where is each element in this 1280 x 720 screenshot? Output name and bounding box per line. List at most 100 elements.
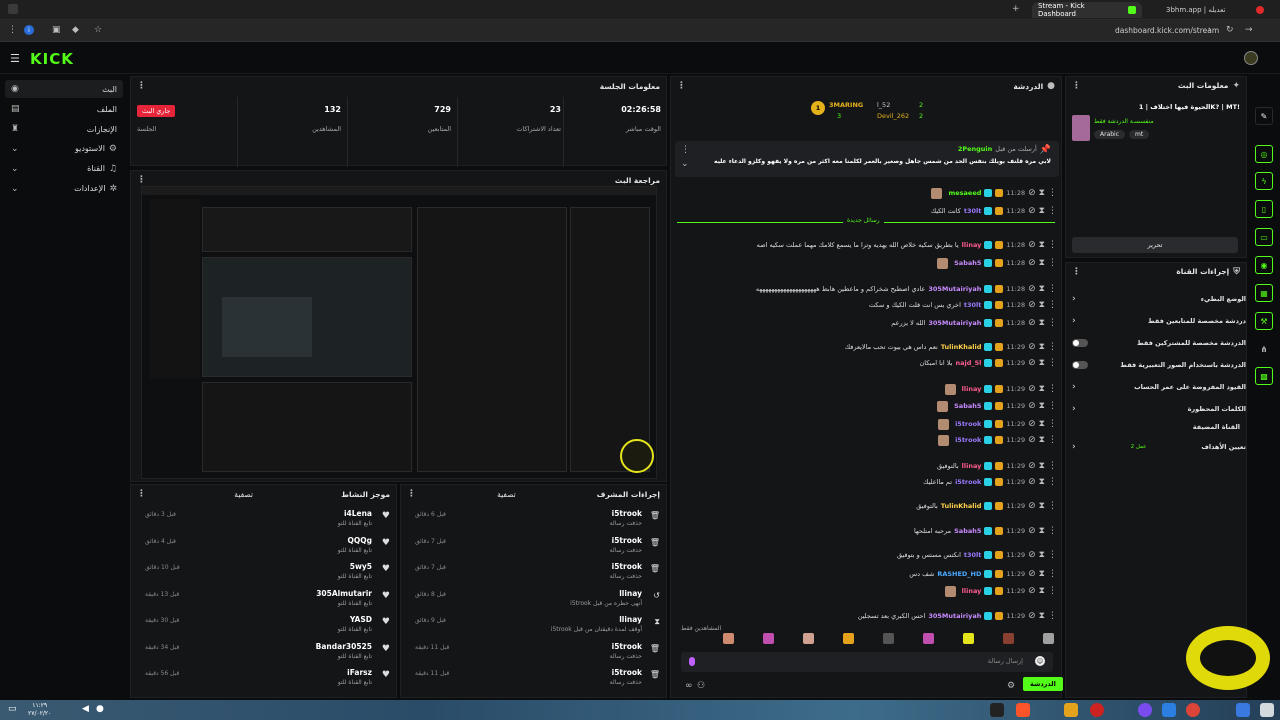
chat-message[interactable]: ⋮ ⧗ ⊘ 11:28 t30lt كانت الكيك xyxy=(677,205,1057,217)
activity-user[interactable]: QQQg xyxy=(348,536,373,545)
gear-icon[interactable]: ⚙ xyxy=(1007,681,1015,691)
filter-button[interactable]: تصفية xyxy=(234,490,253,499)
chat-username[interactable]: RASHED_HD xyxy=(937,570,981,578)
timeout-icon[interactable]: ⊘ xyxy=(1028,501,1036,511)
hourglass-icon[interactable]: ⧗ xyxy=(1039,401,1045,411)
list-item[interactable]: ↺ llinay i5trook أنهى حظره من قبل قبل 8 دقا… xyxy=(407,587,662,613)
brave-icon[interactable] xyxy=(1016,703,1030,717)
chat-bubble-icon[interactable]: ▭ xyxy=(1255,228,1273,246)
sidebar-item-stream[interactable]: ◉ البث xyxy=(5,80,123,98)
viewer-avatar[interactable] xyxy=(763,633,774,644)
more-icon[interactable]: ⋮ xyxy=(1048,240,1057,250)
timeout-icon[interactable]: ⊘ xyxy=(1028,318,1036,328)
timeout-icon[interactable]: ⊘ xyxy=(1028,188,1036,198)
timeout-icon[interactable]: ⊘ xyxy=(1028,258,1036,268)
channel-action-row[interactable]: الدردشة باستخدام الصور التعبيرية فقط xyxy=(1072,355,1246,375)
more-icon[interactable]: ⋮ xyxy=(677,81,686,91)
list-item[interactable]: ⧗ llinay i5trook أوقف لمدة دقيقتان من قبل ق… xyxy=(407,613,662,639)
hourglass-icon[interactable]: ⧗ xyxy=(1039,419,1045,429)
list-item[interactable]: ♥ Bandar30525 تابع القناة للتو قبل 34 دقيقة xyxy=(137,640,392,666)
chat-message[interactable]: ⋮ ⧗ ⊘ 11:29 llinay بالتوفيق xyxy=(677,460,1057,472)
hourglass-icon[interactable]: ⧗ xyxy=(1039,526,1045,536)
timeout-icon[interactable]: ⊘ xyxy=(1028,206,1036,216)
timeout-icon[interactable]: ⊘ xyxy=(1028,526,1036,536)
chevron-right-icon[interactable]: › xyxy=(1208,25,1212,35)
chat-message[interactable]: ⋮ ⧗ ⊘ 11:29 llinay xyxy=(677,383,1057,395)
chevron-down-icon[interactable]: ⌄ xyxy=(681,159,689,169)
more-icon[interactable]: ⋮ xyxy=(1048,477,1057,487)
timeout-icon[interactable]: ⊘ xyxy=(1028,300,1036,310)
more-icon[interactable]: ⋮ xyxy=(1048,611,1057,621)
more-icon[interactable]: ⋮ xyxy=(1048,358,1057,368)
mod-target[interactable]: i5trook xyxy=(612,509,642,518)
reload-icon[interactable]: ↻ xyxy=(1226,25,1234,35)
timeout-icon[interactable]: ⊘ xyxy=(1028,435,1036,445)
hourglass-icon[interactable]: ⧗ xyxy=(1039,206,1045,216)
list-item[interactable]: 🗑 i5trook حذفت رسالة قبل 7 دقائق xyxy=(407,534,662,560)
chat-username[interactable]: t30lt xyxy=(964,207,982,215)
list-item[interactable]: ♥ YASD تابع القناة للتو قبل 30 دقيقة xyxy=(137,613,392,639)
viewer-avatar[interactable] xyxy=(1003,633,1014,644)
chat-username[interactable]: Sabah5 xyxy=(954,527,981,535)
chat-username[interactable]: mesaeed xyxy=(948,189,981,197)
viewer-avatar[interactable] xyxy=(803,633,814,644)
chat-username[interactable]: TulinKhalid xyxy=(941,502,982,510)
viewer-avatar[interactable] xyxy=(1043,633,1054,644)
edit-stream-button[interactable]: تحرير xyxy=(1072,237,1238,253)
wrench-icon[interactable]: ⚒ xyxy=(1255,312,1273,330)
chat-message[interactable]: ⋮ ⧗ ⊘ 11:29 TulinKhalid بالتوفيق xyxy=(677,500,1057,512)
more-icon[interactable]: ⋮ xyxy=(407,489,416,499)
mod-target[interactable]: llinay xyxy=(619,589,642,598)
app-icon[interactable] xyxy=(990,703,1004,717)
timeout-icon[interactable]: ⊘ xyxy=(1028,550,1036,560)
chat-username[interactable]: i5trook xyxy=(955,478,981,486)
chat-message[interactable]: ⋮ ⧗ ⊘ 11:29 RASHED_HD شف دس xyxy=(677,568,1057,580)
hourglass-icon[interactable]: ⧗ xyxy=(1039,384,1045,394)
emote-icon[interactable] xyxy=(689,657,695,666)
timeout-icon[interactable]: ⊘ xyxy=(1028,419,1036,429)
hourglass-icon[interactable]: ⧗ xyxy=(1039,284,1045,294)
list-item[interactable]: ♥ iFarsz تابع القناة للتو قبل 56 دقيقة xyxy=(137,666,392,692)
emoji-icon[interactable]: ☺ xyxy=(1035,656,1045,666)
sidebar-item-channel[interactable]: ⌄ القناة ♫ xyxy=(5,160,123,178)
chat-message[interactable]: ⋮ ⧗ ⊘ 11:29 llinay xyxy=(677,585,1057,597)
mic-icon[interactable]: ● xyxy=(96,704,104,714)
lightning-icon[interactable]: ϟ xyxy=(1255,172,1273,190)
chat-message[interactable]: ⋮ ⧗ ⊘ 11:29 najd_5l بلا انا امبكان xyxy=(677,357,1057,369)
chat-message[interactable]: ⋮ ⧗ ⊘ 11:29 i5trook تم مااعليك xyxy=(677,476,1057,488)
mod-target[interactable]: i5trook xyxy=(612,668,642,677)
hourglass-icon[interactable]: ⧗ xyxy=(1039,501,1045,511)
chat-message[interactable]: ⋮ ⧗ ⊘ 11:29 TulinKhalid نعم داس هي بيوت تحب م… xyxy=(677,341,1057,353)
sidebar-item-achievements[interactable]: ♜ الإنجازات xyxy=(5,120,123,138)
chat-username[interactable]: t30lt xyxy=(964,551,982,559)
more-icon[interactable]: ⋮ xyxy=(1048,342,1057,352)
list-item[interactable]: ♥ QQQg تابع القناة للتو قبل 4 دقائق xyxy=(137,534,392,560)
more-icon[interactable]: ⋮ xyxy=(1048,284,1057,294)
timeout-icon[interactable]: ⊘ xyxy=(1028,461,1036,471)
diamond-icon[interactable]: ◆ xyxy=(72,25,79,35)
broadcast-icon[interactable]: ◉ xyxy=(1255,256,1273,274)
more-icon[interactable]: ⋮ xyxy=(1048,435,1057,445)
avatar[interactable] xyxy=(1244,51,1258,65)
list-item[interactable]: ♥ 305Almutarir تابع القناة للتو قبل 13 دقيق… xyxy=(137,587,392,613)
chat-message[interactable]: ⋮ ⧗ ⊘ 11:29 305Mutairiyah احس الكبري بعد تسجل… xyxy=(677,610,1057,622)
chat-username[interactable]: t30lt xyxy=(964,301,982,309)
more-icon[interactable]: ⋮ xyxy=(681,145,690,155)
stream-category[interactable]: منفسسـة الدردشة فقط xyxy=(1094,118,1154,125)
hourglass-icon[interactable]: ⧗ xyxy=(1039,342,1045,352)
channel-action-row[interactable]: › الكلمات المحظورة xyxy=(1072,399,1246,419)
app-icon[interactable] xyxy=(1090,703,1104,717)
activity-user[interactable]: Bandar30525 xyxy=(316,642,372,651)
chat-username[interactable]: 305Mutairiyah xyxy=(928,285,981,293)
viewer-avatar[interactable] xyxy=(923,633,934,644)
timeout-icon[interactable]: ⊘ xyxy=(1028,611,1036,621)
more-icon[interactable]: ⋮ xyxy=(137,489,146,499)
list-item[interactable]: 🗑 i5trook حذفت رسالة قبل 6 دقائق xyxy=(407,507,662,533)
more-icon[interactable]: ⋮ xyxy=(1048,258,1057,268)
list-item[interactable]: 🗑 i5trook حذفت رسالة قبل 11 دقيقة xyxy=(407,640,662,666)
chat-username[interactable]: i5trook xyxy=(955,436,981,444)
toggle-switch[interactable] xyxy=(1072,339,1088,347)
chat-username[interactable]: i5trook xyxy=(955,420,981,428)
chat-username[interactable]: 305Mutairiyah xyxy=(928,612,981,620)
edit-icon[interactable]: ✎ xyxy=(1255,107,1273,125)
